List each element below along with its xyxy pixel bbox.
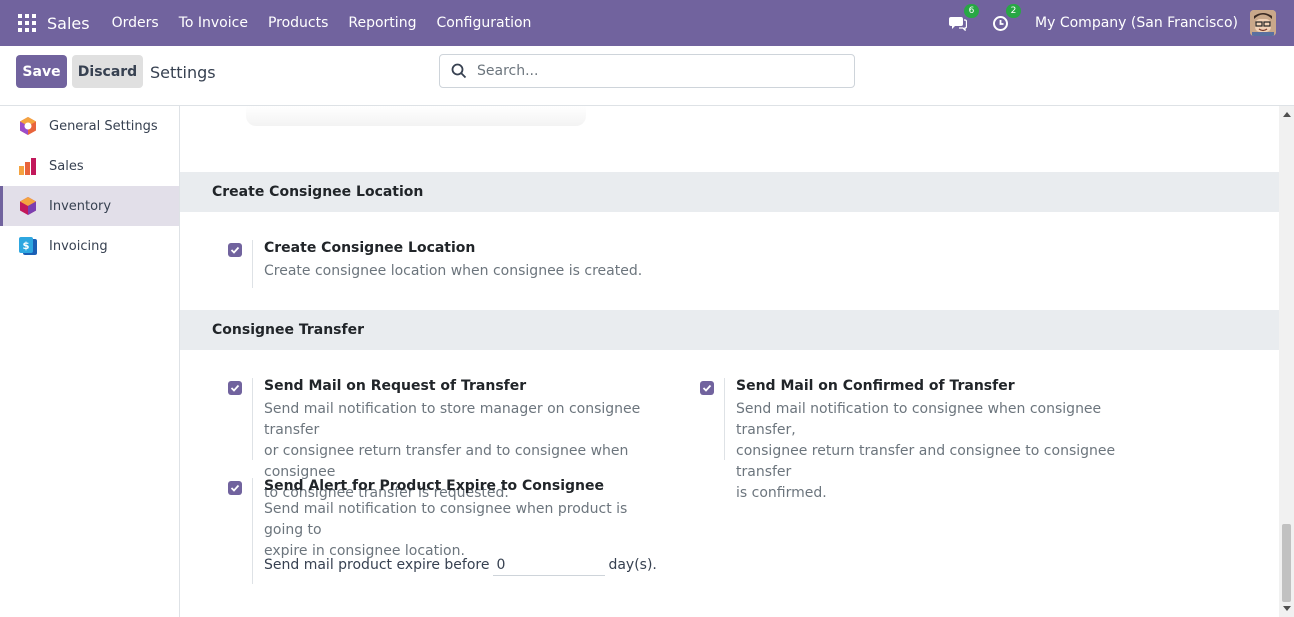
description-line: or consignee return transfer and to cons… [264, 443, 629, 480]
section-header-consignee-transfer: Consignee Transfer [180, 310, 1279, 350]
top-navbar: Sales Orders To Invoice Products Reporti… [0, 0, 1294, 46]
menu-products[interactable]: Products [258, 15, 338, 31]
faded-previous-section [246, 106, 586, 126]
section-header-create-consignee-location: Create Consignee Location [180, 172, 1279, 212]
sidebar-item-invoicing[interactable]: $ Invoicing [0, 226, 179, 266]
search-icon [451, 63, 467, 79]
checkmark-icon [230, 246, 240, 254]
menu-orders[interactable]: Orders [102, 15, 169, 31]
search-bar[interactable] [439, 54, 855, 88]
save-button[interactable]: Save [16, 55, 67, 88]
menu-configuration[interactable]: Configuration [426, 15, 541, 31]
checkmark-icon [702, 384, 712, 392]
messages-count-badge: 6 [964, 4, 980, 18]
company-switcher[interactable]: My Company (San Francisco) [1035, 15, 1238, 31]
invoicing-icon: $ [18, 236, 38, 256]
send-alert-expire-checkbox[interactable] [228, 481, 242, 495]
setting-create-consignee-location: Create Consignee Location Create consign… [228, 240, 728, 288]
setting-description: Send mail notification to consignee when… [736, 399, 1160, 504]
chat-icon [949, 17, 968, 31]
sidebar-item-general-settings[interactable]: General Settings [0, 106, 179, 146]
description-line: Send mail notification to consignee when… [736, 401, 1102, 438]
setting-divider [252, 478, 253, 584]
expire-days-row: Send mail product expire before day(s). [264, 554, 657, 576]
setting-title: Create Consignee Location [264, 240, 476, 256]
setting-title: Send Alert for Product Expire to Consign… [264, 478, 605, 494]
description-line: is confirmed. [736, 485, 827, 501]
app-brand[interactable]: Sales [47, 14, 90, 33]
sidebar-item-label: Inventory [49, 198, 112, 214]
setting-send-mail-confirmed-transfer: Send Mail on Confirmed of Transfer Send … [700, 378, 1160, 501]
send-mail-request-checkbox[interactable] [228, 381, 242, 395]
checkmark-icon [230, 384, 240, 392]
days-suffix-label: day(s). [608, 557, 657, 573]
checkmark-icon [230, 484, 240, 492]
sidebar-item-label: Invoicing [49, 238, 108, 254]
description-line: Send mail notification to consignee when… [264, 501, 628, 538]
setting-description: Create consignee location when consignee… [264, 263, 643, 279]
description-line: consignee return transfer and consignee … [736, 443, 1116, 480]
search-input[interactable] [477, 63, 837, 79]
menu-to-invoice[interactable]: To Invoice [169, 15, 258, 31]
send-mail-confirmed-checkbox[interactable] [700, 381, 714, 395]
setting-title: Send Mail on Request of Transfer [264, 378, 527, 394]
setting-title: Send Mail on Confirmed of Transfer [736, 378, 1015, 394]
page-title: Settings [150, 63, 216, 82]
svg-text:$: $ [23, 241, 30, 252]
description-line: Send mail notification to store manager … [264, 401, 641, 438]
control-panel: Save Discard Settings [0, 46, 1294, 106]
discard-button[interactable]: Discard [72, 55, 143, 88]
scroll-down-arrow-icon[interactable] [1283, 606, 1291, 611]
setting-send-alert-product-expire: Send Alert for Product Expire to Consign… [228, 478, 668, 584]
setting-divider [252, 378, 253, 460]
scrollbar-thumb[interactable] [1282, 524, 1291, 602]
settings-content: Create Consignee Location Create Consign… [180, 106, 1279, 617]
sidebar-item-sales[interactable]: Sales [0, 146, 179, 186]
sidebar-item-inventory[interactable]: Inventory [0, 186, 179, 226]
clock-icon [992, 15, 1008, 31]
user-avatar[interactable] [1250, 10, 1276, 36]
sidebar-item-label: Sales [49, 158, 84, 174]
expire-days-input[interactable] [493, 554, 606, 576]
setting-divider [252, 240, 253, 288]
inventory-icon [18, 196, 38, 216]
setting-divider [724, 378, 725, 460]
scroll-up-arrow-icon[interactable] [1283, 112, 1291, 117]
activities-button[interactable]: 2 [989, 4, 1022, 34]
sales-icon [18, 156, 38, 176]
menu-reporting[interactable]: Reporting [338, 15, 426, 31]
setting-send-mail-request-transfer: Send Mail on Request of Transfer Send ma… [228, 378, 668, 501]
settings-sidebar: General Settings Sales Inventory $ Invoi… [0, 106, 180, 617]
activities-count-badge: 2 [1006, 4, 1022, 18]
setting-description: Send mail notification to consignee when… [264, 499, 668, 562]
expire-before-label: Send mail product expire before [264, 557, 490, 573]
sidebar-item-label: General Settings [49, 118, 158, 134]
create-consignee-location-checkbox[interactable] [228, 243, 242, 257]
content-scrollbar[interactable] [1279, 106, 1294, 617]
apps-menu-icon[interactable] [18, 14, 36, 32]
messages-button[interactable]: 6 [947, 4, 980, 34]
general-settings-icon [18, 116, 38, 136]
